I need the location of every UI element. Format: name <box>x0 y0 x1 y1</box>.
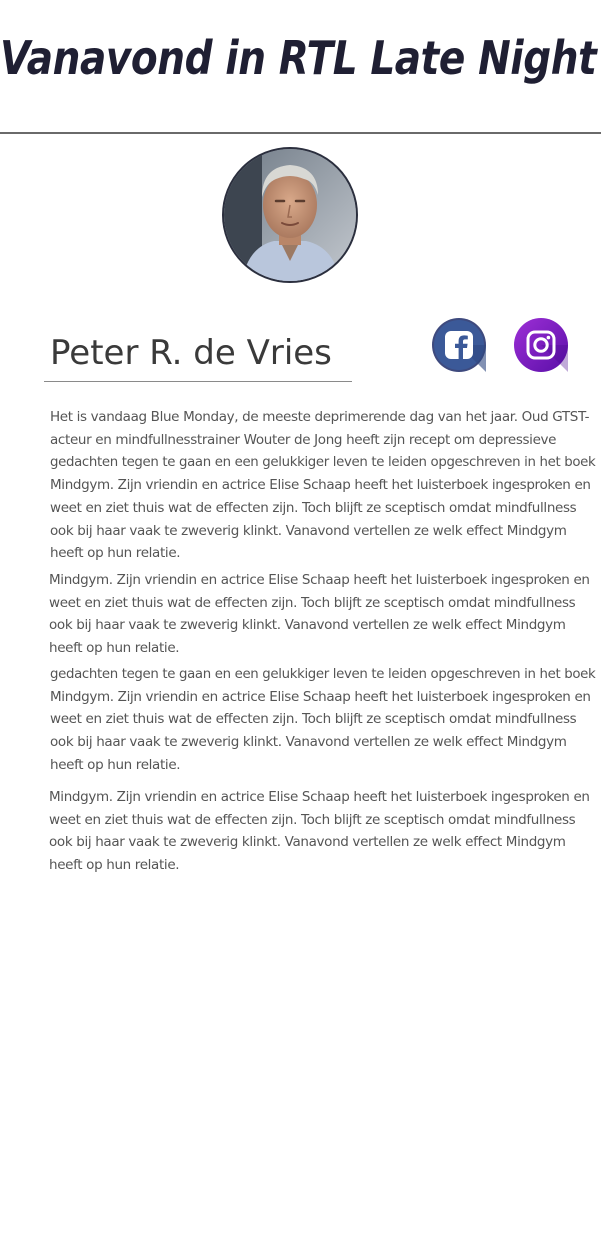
article-paragraph: Mindgym. Zijn vriendin en actrice Elise … <box>49 569 590 660</box>
paragraph-line: Het is vandaag Blue Monday, de meeste de… <box>50 409 590 425</box>
paragraph-line: acteur en mindfullnesstrainer Wouter de … <box>50 431 557 448</box>
paragraph-line: ook bij haar vaak te zweverig klinkt. Va… <box>50 522 567 539</box>
paragraph-line: heeft op hun relatie. <box>50 756 181 773</box>
paragraph-line: weet en ziet thuis wat de effecten zijn.… <box>50 711 577 728</box>
instagram-link[interactable] <box>514 318 568 372</box>
paragraph-line: weet en ziet thuis wat de effecten zijn.… <box>50 499 577 516</box>
article-paragraph: Het is vandaag Blue Monday, de meeste de… <box>50 406 596 565</box>
article-paragraph: gedachten tegen te gaan en een gelukkige… <box>50 663 596 777</box>
header-divider <box>0 132 601 134</box>
facebook-link[interactable] <box>432 318 486 372</box>
paragraph-line: Mindgym. Zijn vriendin en actrice Elise … <box>50 477 591 494</box>
paragraph-line: gedachten tegen te gaan en een gelukkige… <box>50 666 596 682</box>
avatar-portrait <box>224 149 356 281</box>
paragraph-line: Mindgym. Zijn vriendin en actrice Elise … <box>49 789 590 805</box>
paragraph-line: ook bij haar vaak te zweverig klinkt. Va… <box>49 617 566 634</box>
instagram-icon <box>514 318 568 372</box>
paragraph-line: Mindgym. Zijn vriendin en actrice Elise … <box>50 688 591 705</box>
facebook-icon <box>432 318 486 372</box>
paragraph-line: ook bij haar vaak te zweverig klinkt. Va… <box>50 734 567 751</box>
paragraph-line: heeft op hun relatie. <box>50 545 181 562</box>
avatar <box>222 147 358 283</box>
paragraph-line: Mindgym. Zijn vriendin en actrice Elise … <box>49 572 590 588</box>
paragraph-line: heeft op hun relatie. <box>49 857 180 874</box>
paragraph-line: weet en ziet thuis wat de effecten zijn.… <box>49 811 576 828</box>
paragraph-line: heeft op hun relatie. <box>49 640 180 657</box>
person-name: Peter R. de Vries <box>50 333 332 373</box>
name-underline <box>44 381 352 382</box>
page-title: Vanavond in RTL Late Night <box>0 31 597 85</box>
article-paragraph: Mindgym. Zijn vriendin en actrice Elise … <box>49 786 590 877</box>
paragraph-line: weet en ziet thuis wat de effecten zijn.… <box>49 594 576 611</box>
paragraph-line: gedachten tegen te gaan en een gelukkige… <box>50 454 596 471</box>
paragraph-line: ook bij haar vaak te zweverig klinkt. Va… <box>49 834 566 851</box>
